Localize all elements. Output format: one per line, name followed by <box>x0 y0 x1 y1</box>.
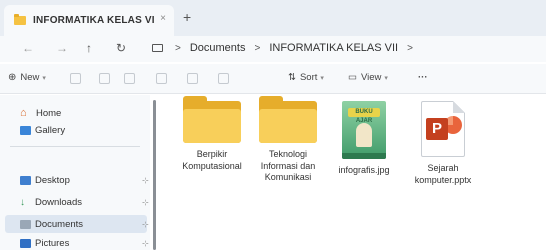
forward-arrow-icon[interactable]: → <box>56 41 68 55</box>
chevron-down-icon: ▾ <box>320 74 324 82</box>
sidebar-item-downloads[interactable]: ↓ Downloads ⊹ <box>20 197 149 208</box>
home-icon: ⌂ <box>20 107 27 119</box>
powerpoint-icon: P <box>421 101 465 157</box>
image-thumbnail: BUKU AJAR <box>342 101 386 159</box>
sidebar-item-gallery[interactable]: Gallery <box>20 125 65 136</box>
file-item[interactable]: Teknologi Informasi dan Komunikasi <box>251 96 325 184</box>
sidebar-item-pictures[interactable]: Pictures ⊹ <box>20 238 149 249</box>
pin-icon[interactable]: ⊹ <box>142 176 149 185</box>
up-arrow-icon[interactable]: ↑ <box>86 41 92 55</box>
add-tab-icon[interactable]: + <box>183 9 191 25</box>
pictures-icon <box>20 239 31 248</box>
new-button[interactable]: ⊕ New ▾ <box>8 72 46 83</box>
chevron-right-icon[interactable]: > <box>175 43 181 54</box>
view-button[interactable]: ▭ View ▾ <box>348 72 388 83</box>
sidebar-item-home[interactable]: ⌂ Home <box>20 107 61 119</box>
file-item[interactable]: Berpikir Komputasional <box>175 96 249 172</box>
file-label: Teknologi Informasi dan Komunikasi <box>260 149 316 182</box>
refresh-icon[interactable]: ↻ <box>116 41 126 55</box>
sidebar-item-label: Home <box>36 107 62 119</box>
view-label: View <box>360 72 382 83</box>
copy-icon[interactable] <box>99 73 110 84</box>
tab-title: INFORMATIKA KELAS VI <box>33 15 155 26</box>
thumbnail-cover-text: BUKU AJAR <box>348 108 380 124</box>
cut-icon[interactable] <box>70 73 81 84</box>
sidebar-scrollbar[interactable] <box>153 100 156 250</box>
pin-icon[interactable]: ⊹ <box>142 239 149 248</box>
share-icon[interactable] <box>187 73 198 84</box>
sidebar-item-documents[interactable]: Documents ⊹ <box>20 219 149 230</box>
chevron-right-icon[interactable]: > <box>254 43 260 54</box>
file-label: infografis.jpg <box>338 165 390 175</box>
desktop-icon <box>20 176 31 185</box>
gallery-icon <box>20 126 31 135</box>
more-options-button[interactable]: ··· <box>418 72 428 83</box>
sidebar-item-label: Pictures <box>35 238 70 249</box>
sidebar-item-label: Documents <box>35 219 84 230</box>
powerpoint-badge: P <box>426 118 448 140</box>
back-arrow-icon[interactable]: ← <box>22 41 34 55</box>
file-item[interactable]: P Sejarah komputer.pptx <box>406 101 480 186</box>
sidebar-item-label: Gallery <box>35 125 66 136</box>
new-label: New <box>20 72 40 83</box>
sort-label: Sort <box>299 72 318 83</box>
sidebar-item-desktop[interactable]: Desktop ⊹ <box>20 175 149 186</box>
sidebar-item-label: Desktop <box>35 175 70 186</box>
paste-icon[interactable] <box>124 73 135 84</box>
file-label: Sejarah komputer.pptx <box>414 163 472 185</box>
plus-circle-icon: ⊕ <box>8 72 17 83</box>
documents-icon <box>20 220 31 229</box>
this-pc-icon[interactable] <box>152 44 163 52</box>
navigation-pane: ⌂ Home Gallery Desktop ⊹ ↓ Downloads ⊹ D… <box>0 95 150 250</box>
file-label: Berpikir Komputasional <box>182 149 242 171</box>
sidebar-item-label: Downloads <box>35 197 82 208</box>
delete-icon[interactable] <box>218 73 229 84</box>
file-list: Berpikir Komputasional Teknologi Informa… <box>157 95 546 250</box>
rename-icon[interactable] <box>156 73 167 84</box>
breadcrumb: > Documents > INFORMATIKA KELAS VII > <box>152 42 422 54</box>
chevron-right-icon[interactable]: > <box>407 43 413 54</box>
download-icon: ↓ <box>20 197 25 208</box>
folder-icon <box>183 96 241 143</box>
pin-icon[interactable]: ⊹ <box>142 220 149 229</box>
breadcrumb-informatika[interactable]: INFORMATIKA KELAS VII <box>269 42 398 54</box>
command-bar: ⊕ New ▾ ⇅ Sort ▾ ▭ View ▾ ··· <box>0 64 546 94</box>
sort-button[interactable]: ⇅ Sort ▾ <box>288 72 324 83</box>
view-icon: ▭ <box>348 72 357 83</box>
divider <box>10 146 140 147</box>
tab-bar: INFORMATIKA KELAS VI × + <box>0 0 546 36</box>
tab-informatika[interactable]: INFORMATIKA KELAS VI × <box>4 5 174 36</box>
chevron-down-icon: ▾ <box>42 74 46 82</box>
file-item[interactable]: BUKU AJAR infografis.jpg <box>327 101 401 177</box>
breadcrumb-documents[interactable]: Documents <box>190 42 246 54</box>
address-bar: ← → ↑ ↻ > Documents > INFORMATIKA KELAS … <box>0 36 546 62</box>
pin-icon[interactable]: ⊹ <box>142 198 149 207</box>
close-icon[interactable]: × <box>160 13 166 24</box>
sort-icon: ⇅ <box>288 72 296 83</box>
folder-icon <box>14 14 26 25</box>
folder-icon <box>259 96 317 143</box>
chevron-down-icon: ▾ <box>384 74 388 82</box>
